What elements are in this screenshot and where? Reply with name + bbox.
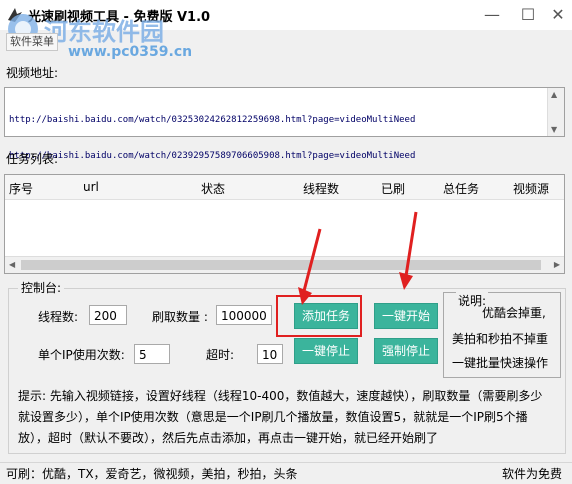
menu-bar <box>0 30 572 52</box>
start-all-button[interactable]: 一键开始 <box>374 303 438 329</box>
hint-text: 提示: 先输入视频链接，设置好线程（线程10-400，数值越大，速度越快），刷取… <box>18 389 543 445</box>
count-input[interactable]: 100000 <box>216 305 272 325</box>
timeout-input[interactable]: 10 <box>257 344 283 364</box>
add-task-button[interactable]: 添加任务 <box>294 303 358 329</box>
textarea-scrollbar[interactable]: ▲ ▼ <box>547 88 564 136</box>
console-title: 控制台: <box>18 279 65 296</box>
force-stop-button[interactable]: 强制停止 <box>374 338 438 364</box>
close-button[interactable]: ✕ <box>546 4 570 26</box>
note-line: 美拍和秒拍不掉重 <box>452 332 549 346</box>
scrollbar-thumb[interactable] <box>21 260 541 270</box>
column-header-index[interactable]: 序号 <box>9 180 33 197</box>
minimize-button[interactable]: — <box>480 4 504 26</box>
threads-label: 线程数: <box>38 310 79 324</box>
task-list-table[interactable]: 序号 url 状态 线程数 已刷 总任务 视频源 ◀ ▶ <box>4 174 565 274</box>
column-header-status[interactable]: 状态 <box>201 180 225 197</box>
maximize-button[interactable]: ☐ <box>516 4 540 26</box>
status-supported-sites: 可刷：优酷，TX，爱奇艺，微视频，美拍，秒拍，头条 <box>6 467 298 481</box>
stop-all-button[interactable]: 一键停止 <box>294 338 358 364</box>
task-list-label: 任务列表: <box>6 152 59 166</box>
threads-input[interactable]: 200 <box>89 305 127 325</box>
scroll-left-icon[interactable]: ◀ <box>9 260 15 269</box>
ip-usage-input[interactable]: 5 <box>134 344 170 364</box>
status-free-label: 软件为免费 <box>502 467 563 481</box>
column-header-source[interactable]: 视频源 <box>513 180 549 197</box>
column-header-url[interactable]: url <box>83 180 99 194</box>
video-url-lines: http://baishi.baidu.com/watch/0325302426… <box>9 90 415 186</box>
menu-item-software[interactable]: 软件菜单 <box>6 33 58 51</box>
scroll-right-icon[interactable]: ▶ <box>554 260 560 269</box>
table-horizontal-scrollbar[interactable]: ◀ ▶ <box>5 256 564 273</box>
column-header-total[interactable]: 总任务 <box>443 180 479 197</box>
column-header-done[interactable]: 已刷 <box>381 180 405 197</box>
table-header: 序号 url 状态 线程数 已刷 总任务 视频源 <box>5 175 564 200</box>
ip-usage-label: 单个IP使用次数: <box>38 348 125 362</box>
scroll-down-icon[interactable]: ▼ <box>551 125 557 134</box>
column-header-threads[interactable]: 线程数 <box>303 180 339 197</box>
video-url-label: 视频地址: <box>6 66 59 80</box>
note-line: 一键批量快速操作 <box>452 356 549 370</box>
timeout-label: 超时: <box>206 348 235 362</box>
video-url-line: http://baishi.baidu.com/watch/0325302426… <box>9 115 416 125</box>
count-label: 刷取数量 : <box>152 310 208 324</box>
scroll-up-icon[interactable]: ▲ <box>551 90 557 99</box>
video-url-textarea[interactable]: http://baishi.baidu.com/watch/0325302426… <box>4 87 565 161</box>
note-line: 优酷会掉重, <box>482 306 546 320</box>
video-url-line: http://baishi.baidu.com/watch/0239295758… <box>9 151 416 161</box>
